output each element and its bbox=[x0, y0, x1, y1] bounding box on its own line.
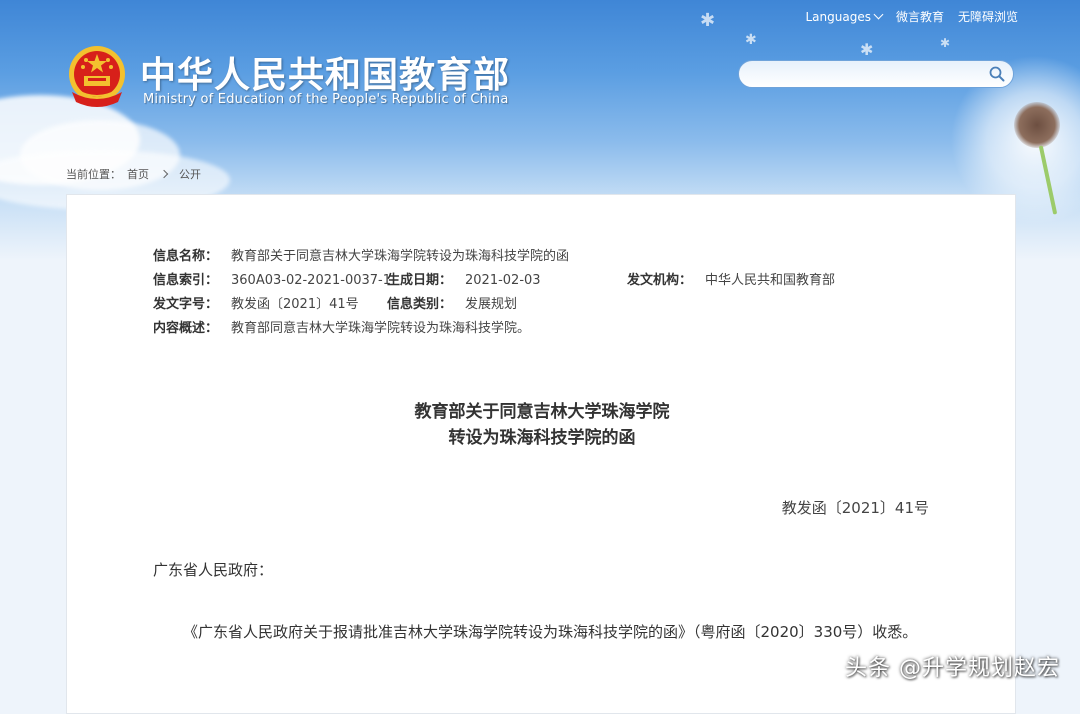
info-docno-value: 教发函〔2021〕41号 bbox=[231, 297, 359, 312]
dandelion-core-decoration bbox=[1014, 102, 1060, 148]
sparkle-icon: ✱ bbox=[940, 36, 951, 50]
sparkle-icon: ✱ bbox=[860, 40, 874, 59]
info-summary-value: 教育部同意吉林大学珠海学院转设为珠海科技学院。 bbox=[231, 321, 531, 336]
sparkle-icon: ✱ bbox=[700, 10, 716, 31]
info-date-value: 2021-02-03 bbox=[465, 273, 541, 288]
info-org-label: 发文机构： bbox=[627, 273, 693, 288]
info-org-value: 中华人民共和国教育部 bbox=[705, 273, 836, 288]
info-category-label: 信息类别： bbox=[387, 297, 453, 312]
site-subtitle: Ministry of Education of the People's Re… bbox=[143, 92, 509, 107]
info-index-value: 360A03-02-2021-0037-1 bbox=[231, 273, 391, 288]
document-title-line: 转设为珠海科技学院的函 bbox=[448, 428, 636, 448]
national-emblem-icon bbox=[69, 46, 125, 107]
site-title[interactable]: 中华人民共和国教育部 bbox=[140, 46, 510, 98]
info-name-value: 教育部关于同意吉林大学珠海学院转设为珠海科技学院的函 bbox=[231, 249, 570, 264]
watermark-text: 头条 @升学规划赵宏 bbox=[845, 656, 1060, 681]
document-number: 教发函〔2021〕41号 bbox=[781, 499, 929, 517]
search-box bbox=[738, 60, 1014, 88]
info-name-label: 信息名称： bbox=[153, 249, 219, 264]
accessibility-link[interactable]: 无障碍浏览 bbox=[958, 8, 1018, 25]
search-icon[interactable] bbox=[989, 66, 1005, 82]
languages-dropdown[interactable]: Languages bbox=[805, 9, 884, 24]
info-summary-label: 内容概述： bbox=[153, 321, 219, 336]
languages-label: Languages bbox=[805, 9, 871, 24]
info-docno-label: 发文字号： bbox=[153, 297, 219, 312]
search-input[interactable] bbox=[739, 61, 1003, 87]
top-links: Languages 微言教育 无障碍浏览 bbox=[805, 8, 1018, 25]
breadcrumb-current-link[interactable]: 公开 bbox=[179, 166, 201, 182]
document-title-line: 教育部关于同意吉林大学珠海学院 bbox=[414, 402, 670, 422]
content-card: 信息名称： 教育部关于同意吉林大学珠海学院转设为珠海科技学院的函 信息索引： 3… bbox=[66, 194, 1016, 714]
sparkle-icon: ✱ bbox=[745, 32, 757, 48]
document-body: 《广东省人民政府关于报请批准吉林大学珠海学院转设为珠海科技学院的函》（粤府函〔2… bbox=[183, 623, 918, 641]
weibo-link[interactable]: 微言教育 bbox=[896, 8, 944, 25]
info-category-value: 发展规划 bbox=[465, 297, 518, 312]
document-addressee: 广东省人民政府： bbox=[153, 561, 274, 579]
info-date-label: 生成日期： bbox=[387, 273, 453, 288]
chevron-down-icon bbox=[873, 9, 884, 20]
breadcrumb-home-link[interactable]: 首页 bbox=[127, 166, 149, 182]
breadcrumb-prefix: 当前位置： bbox=[66, 168, 121, 181]
document-title: 教育部关于同意吉林大学珠海学院 转设为珠海科技学院的函 bbox=[67, 399, 1017, 451]
info-index-label: 信息索引： bbox=[153, 273, 219, 288]
chevron-right-icon bbox=[159, 169, 169, 179]
breadcrumb: 当前位置： 首页 公开 bbox=[66, 166, 201, 182]
